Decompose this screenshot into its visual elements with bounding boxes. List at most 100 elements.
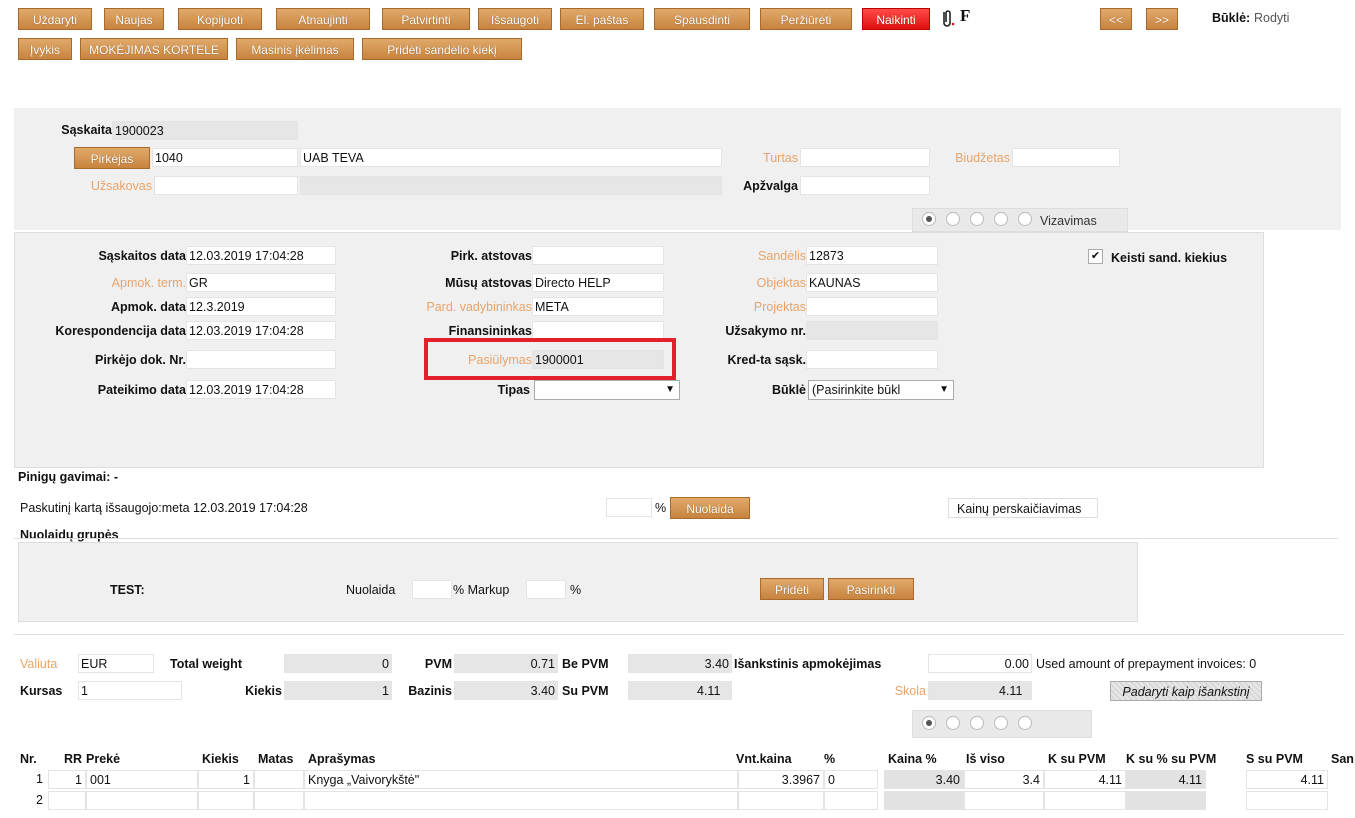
payment-date-field[interactable]: 12.3.2019 [186, 297, 336, 316]
row-unit-price-cell[interactable]: 3.3967 [738, 770, 824, 789]
state-select[interactable]: (Pasirinkite būkl ▼ [808, 380, 954, 400]
discount-groups-title: Nuolaidų grupės [20, 528, 119, 542]
payment-term-label: Apmok. term. [111, 276, 186, 290]
row-unit-cell[interactable] [254, 791, 304, 810]
row-description-cell[interactable]: Knyga „Vaivorykštė" [304, 770, 738, 789]
tab-radio-4[interactable] [994, 212, 1008, 226]
row-percent-cell[interactable]: 0 [824, 770, 878, 789]
table-tab-radio-5[interactable] [1018, 716, 1032, 730]
add-warehouse-qty-button[interactable]: Pridėti sandėlio kiekį [362, 38, 522, 60]
budget-field[interactable] [1012, 148, 1120, 167]
table-tab-radio-3[interactable] [970, 716, 984, 730]
invoice-number-field: 1900023 [112, 121, 298, 140]
refresh-button[interactable]: Atnaujinti [276, 8, 370, 30]
project-field[interactable] [806, 297, 938, 316]
discount-percent-field[interactable] [606, 498, 652, 517]
buyer-doc-field[interactable] [186, 350, 336, 369]
invoice-date-field[interactable]: 12.03.2019 17:04:28 [186, 246, 336, 265]
row-percent-cell[interactable] [824, 791, 878, 810]
row-k-with-vat-cell[interactable]: 4.11 [1044, 770, 1126, 789]
row-k-with-vat-cell[interactable] [1044, 791, 1126, 810]
buyer-code-field[interactable]: 1040 [152, 148, 298, 167]
our-rep-field[interactable]: Directo HELP [532, 273, 664, 292]
card-payment-button[interactable]: MOKĖJIMAS KORTELE [80, 38, 228, 60]
without-vat-field: 3.40 [628, 654, 732, 673]
row-s-with-vat-cell[interactable]: 4.11 [1246, 770, 1328, 789]
without-vat-label: Be PVM [562, 657, 609, 671]
col-header-percent: % [824, 752, 836, 766]
customer-code-field[interactable] [154, 176, 298, 195]
divider [14, 634, 1344, 635]
row-unit-price-cell[interactable] [738, 791, 824, 810]
prepayment-field[interactable]: 0.00 [928, 654, 1032, 673]
warehouse-field[interactable]: 12873 [806, 246, 938, 265]
row-item-cell[interactable]: 001 [86, 770, 198, 789]
print-button[interactable]: Spausdinti [654, 8, 750, 30]
discount-button[interactable]: Nuolaida [670, 497, 750, 519]
invoice-label: Sąskaita [61, 123, 112, 137]
font-icon[interactable]: F [960, 6, 970, 26]
row-unit-cell[interactable] [254, 770, 304, 789]
save-button[interactable]: Išsaugoti [478, 8, 552, 30]
vat-field: 0.71 [454, 654, 558, 673]
table-tab-radio-1[interactable] [922, 716, 936, 730]
buyer-name-field[interactable]: UAB TEVA [300, 148, 722, 167]
email-button[interactable]: El. paštas [560, 8, 644, 30]
paperclip-icon[interactable] [936, 7, 958, 29]
markup-field[interactable] [526, 580, 566, 599]
table-tab-radio-4[interactable] [994, 716, 1008, 730]
price-recalc-button[interactable]: Kainų perskaičiavimas [948, 498, 1098, 518]
row-total-cell[interactable] [964, 791, 1044, 810]
rate-field[interactable]: 1 [78, 681, 182, 700]
confirm-button[interactable]: Patvirtinti [382, 8, 470, 30]
credit-invoice-field[interactable] [806, 350, 938, 369]
prev-record-button[interactable]: << [1100, 8, 1132, 30]
submission-date-field[interactable]: 12.03.2019 17:04:28 [186, 380, 336, 399]
buyer-rep-field[interactable] [532, 246, 664, 265]
quantity-label: Kiekis [245, 684, 282, 698]
used-prepayment-text: Used amount of prepayment invoices: 0 [1036, 657, 1257, 671]
new-button[interactable]: Naujas [104, 8, 164, 30]
make-prepayment-button[interactable]: Padaryti kaip išankstinį [1110, 681, 1262, 701]
buyer-button[interactable]: Pirkėjas [74, 147, 150, 169]
tab-radio-1[interactable] [922, 212, 936, 226]
table-tab-radio-2[interactable] [946, 716, 960, 730]
change-qty-checkbox[interactable]: ✔ [1088, 249, 1103, 264]
add-group-button[interactable]: Pridėti [760, 578, 824, 600]
row-rr-cell[interactable] [48, 791, 86, 810]
delete-button[interactable]: Naikinti [862, 8, 930, 30]
payment-term-field[interactable]: GR [186, 273, 336, 292]
row-description-cell[interactable] [304, 791, 738, 810]
row-s-with-vat-cell[interactable] [1246, 791, 1328, 810]
approval-tab-label[interactable]: Vizavimas [1040, 214, 1097, 228]
discount-group-field[interactable] [412, 580, 452, 599]
copy-button[interactable]: Kopijuoti [178, 8, 262, 30]
object-field[interactable]: KAUNAS [806, 273, 938, 292]
row-total-cell[interactable]: 3.4 [964, 770, 1044, 789]
row-number: 1 [36, 772, 43, 786]
overview-field[interactable] [800, 176, 930, 195]
event-button[interactable]: Įvykis [18, 38, 72, 60]
status-label: Būklė: [1212, 11, 1251, 25]
row-item-cell[interactable] [86, 791, 198, 810]
close-button[interactable]: Uždaryti [18, 8, 92, 30]
prepayment-label: Išankstinis apmokėjimas [734, 657, 882, 671]
col-header-item: Prekė [86, 752, 121, 766]
tab-radio-2[interactable] [946, 212, 960, 226]
sales-manager-field[interactable]: META [532, 297, 664, 316]
tab-radio-3[interactable] [970, 212, 984, 226]
preview-button[interactable]: Peržiūrėti [760, 8, 852, 30]
invoice-date-label: Sąskaitos data [98, 249, 186, 263]
mass-import-button[interactable]: Masinis įkėlimas [236, 38, 354, 60]
row-qty-cell[interactable] [198, 791, 254, 810]
type-select[interactable]: ▼ [534, 380, 680, 400]
correspondence-date-field[interactable]: 12.03.2019 17:04:28 [186, 321, 336, 340]
divider [14, 538, 1338, 539]
row-qty-cell[interactable]: 1 [198, 770, 254, 789]
choose-group-button[interactable]: Pasirinkti [828, 578, 914, 600]
next-record-button[interactable]: >> [1146, 8, 1178, 30]
base-label: Bazinis [408, 684, 452, 698]
tab-radio-5[interactable] [1018, 212, 1032, 226]
currency-field[interactable]: EUR [78, 654, 154, 673]
row-rr-cell[interactable]: 1 [48, 770, 86, 789]
